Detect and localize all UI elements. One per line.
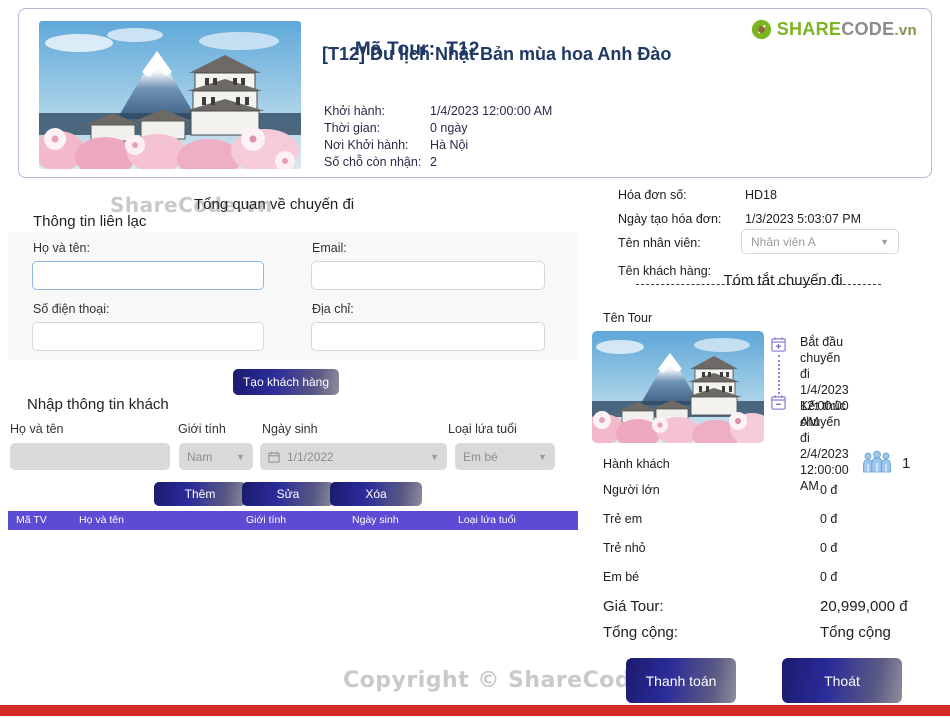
- column-header-dob: Ngày sinh: [352, 514, 399, 526]
- label-passengers: Hành khách: [603, 457, 670, 471]
- value-price-kid: 0 đ: [820, 541, 838, 555]
- label-guest-dob: Ngày sinh: [262, 422, 318, 436]
- value-price-infant: 0 đ: [820, 570, 838, 584]
- select-guest-gender-value: Nam: [187, 449, 213, 464]
- logo-vn-text: .vn: [894, 22, 917, 39]
- label-guest-gender: Giới tính: [178, 422, 226, 436]
- input-address[interactable]: [311, 322, 545, 351]
- calendar-plus-icon: [770, 336, 787, 353]
- logo-code-text: CODE: [841, 19, 895, 39]
- label-tour-price: Giá Tour:: [603, 598, 664, 615]
- meta-value-duration: 0 ngày: [430, 121, 468, 135]
- tour-meta-row: Nơi Khởi hành: Hà Nội: [324, 137, 552, 154]
- chevron-down-icon: ▼: [880, 236, 889, 247]
- select-guest-gender[interactable]: Nam ▼: [179, 443, 253, 470]
- label-email: Email:: [312, 241, 347, 255]
- overview-title: Tổng quan về chuyến đi: [194, 196, 355, 213]
- label-tour-name: Tên Tour: [603, 311, 653, 325]
- chevron-down-icon: ▼: [236, 451, 245, 462]
- label-price-adult: Người lớn: [603, 483, 660, 497]
- timeline-start-label: Bắt đầu chuyến đi: [800, 335, 844, 381]
- select-guest-agetype-value: Em bé: [463, 449, 498, 464]
- sharecode-logo: SHARECODE.vn: [751, 19, 917, 40]
- column-header-name: Họ và tên: [79, 514, 124, 526]
- guest-section-title: Nhập thông tin khách: [27, 396, 169, 413]
- passenger-count: 1: [902, 455, 911, 472]
- bottom-red-bar: [0, 705, 950, 716]
- label-employee-name: Tên nhân viên:: [618, 236, 701, 250]
- pay-button[interactable]: Thanh toán: [626, 658, 736, 703]
- summary-title: Tóm tắt chuyến đi: [723, 272, 843, 289]
- tour-header-image: [39, 21, 301, 169]
- add-guest-button[interactable]: Thêm: [154, 482, 246, 506]
- label-invoice-number: Hóa đơn số:: [618, 188, 687, 202]
- label-fullname: Họ và tên:: [33, 241, 90, 255]
- label-guest-fullname: Họ và tên: [10, 422, 64, 436]
- label-grand-total: Tổng cộng:: [603, 624, 679, 641]
- timeline-end-label: Kết thúc chuyến đi: [800, 399, 846, 445]
- timeline-end: Kết thúc chuyến đi 2/4/2023 12:00:00 AM: [800, 398, 849, 494]
- label-price-child: Trẻ em: [603, 512, 643, 526]
- meta-label-departure-date: Khởi hành:: [324, 104, 386, 118]
- tour-title: [T12] Du lịch Nhật Bản mùa hoa Anh Đào: [322, 44, 672, 64]
- value-invoice-number: HD18: [745, 188, 777, 202]
- people-group-icon: [862, 450, 892, 474]
- label-price-kid: Trẻ nhỏ: [603, 541, 646, 555]
- label-guest-agetype: Loại lứa tuổi: [448, 422, 517, 436]
- summary-tour-image: [592, 331, 764, 443]
- meta-label-duration: Thời gian:: [324, 121, 381, 135]
- guest-table-header: Mã TV Họ và tên Giới tính Ngày sinh Loại…: [8, 511, 578, 530]
- select-employee[interactable]: Nhân viên A ▼: [741, 229, 899, 254]
- datepicker-guest-dob-value: 1/1/2022: [287, 449, 334, 464]
- tour-meta-row: Thời gian: 0 ngày: [324, 120, 552, 137]
- input-fullname[interactable]: [32, 261, 264, 290]
- input-email[interactable]: [311, 261, 545, 290]
- meta-value-departure-place: Hà Nội: [430, 138, 469, 152]
- value-tour-price: 20,999,000 đ: [820, 598, 908, 615]
- select-employee-value: Nhân viên A: [751, 234, 816, 249]
- label-price-infant: Em bé: [603, 570, 640, 584]
- logo-share-text: SHARE: [776, 19, 842, 39]
- label-address: Địa chỉ:: [312, 302, 354, 316]
- delete-guest-button[interactable]: Xóa: [330, 482, 422, 506]
- column-header-agetype: Loại lứa tuổi: [458, 514, 516, 526]
- tour-meta-row: Số chỗ còn nhận: 2: [324, 154, 552, 171]
- tour-header-card: Mã Tour: T12 [T12] Du lịch Nhật Bản mùa …: [18, 8, 932, 178]
- input-guest-fullname[interactable]: [10, 443, 170, 470]
- input-phone[interactable]: [32, 322, 264, 351]
- tour-meta-list: Khởi hành: 1/4/2023 12:00:00 AM Thời gia…: [324, 103, 552, 171]
- exit-button[interactable]: Thoát: [782, 658, 902, 703]
- chevron-down-icon: ▼: [430, 451, 439, 462]
- column-header-code: Mã TV: [16, 514, 47, 526]
- edit-guest-button[interactable]: Sửa: [242, 482, 334, 506]
- value-price-adult: 0 đ: [820, 483, 838, 497]
- tour-meta-row: Khởi hành: 1/4/2023 12:00:00 AM: [324, 103, 552, 120]
- datepicker-guest-dob[interactable]: 1/1/2022 ▼: [260, 443, 447, 470]
- label-phone: Số điện thoại:: [33, 302, 110, 316]
- column-header-gender: Giới tính: [246, 514, 287, 526]
- meta-value-seats-left: 2: [430, 155, 437, 169]
- chevron-down-icon: ▼: [538, 451, 547, 462]
- create-customer-button[interactable]: Tạo khách hàng: [233, 369, 339, 395]
- calendar-minus-icon: [770, 394, 787, 411]
- value-grand-total: Tổng cộng: [820, 624, 891, 641]
- select-guest-agetype[interactable]: Em bé ▼: [455, 443, 555, 470]
- timeline-connector: [778, 355, 780, 394]
- value-invoice-date: 1/3/2023 5:03:07 PM: [745, 212, 862, 226]
- contact-section-title: Thông tin liên lạc: [33, 213, 147, 230]
- meta-value-departure-date: 1/4/2023 12:00:00 AM: [430, 104, 553, 118]
- label-invoice-date: Ngày tạo hóa đơn:: [618, 212, 722, 226]
- value-price-child: 0 đ: [820, 512, 838, 526]
- calendar-icon: [268, 451, 280, 463]
- meta-label-seats-left: Số chỗ còn nhận:: [324, 155, 422, 169]
- meta-label-departure-place: Nơi Khởi hành:: [324, 138, 409, 152]
- recycle-logo-icon: [751, 19, 772, 40]
